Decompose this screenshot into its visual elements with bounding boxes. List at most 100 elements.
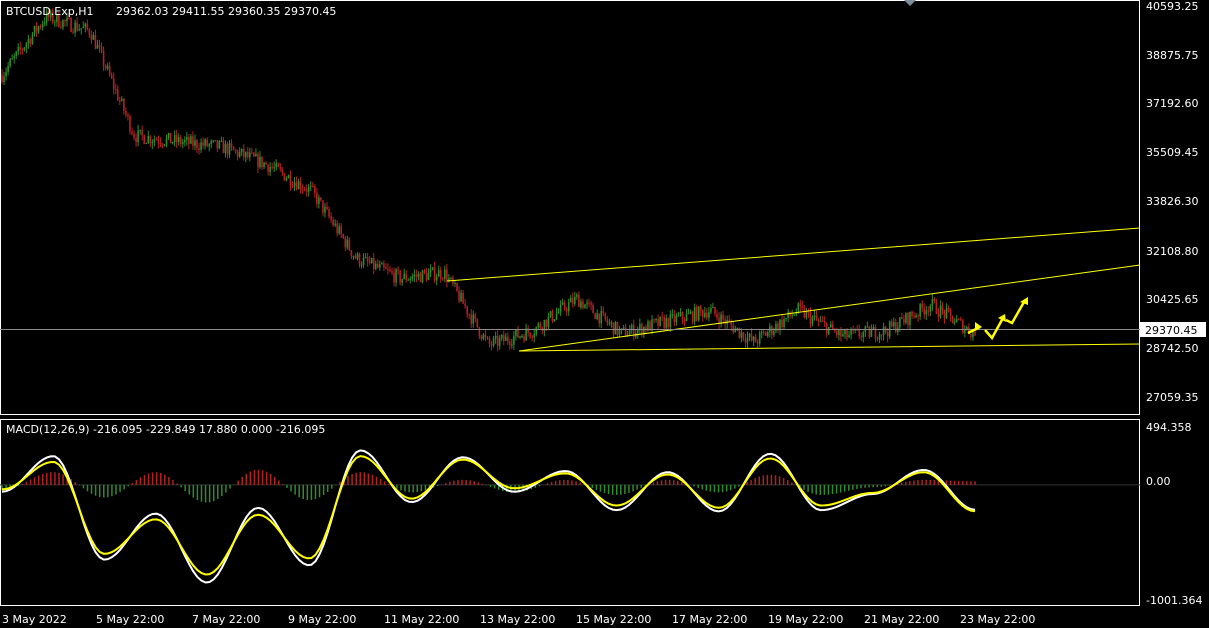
- candle-body: [582, 301, 584, 309]
- candle-body: [92, 34, 95, 40]
- candle-body: [17, 47, 20, 52]
- candle-body: [663, 317, 666, 328]
- candle-body: [876, 338, 879, 340]
- candle-body: [251, 152, 253, 154]
- candle-body: [567, 302, 570, 312]
- candle-body: [677, 315, 680, 317]
- macd-axis[interactable]: 494.358 0.00 -1001.364: [1146, 421, 1202, 607]
- candle-body: [504, 336, 507, 341]
- candle-body: [651, 319, 653, 331]
- candle-body: [525, 328, 527, 341]
- candle-body: [96, 44, 99, 49]
- candle-body: [628, 330, 631, 335]
- candle-body: [309, 185, 312, 187]
- candle-body: [385, 267, 387, 269]
- candle-body: [135, 138, 137, 143]
- candle-body: [23, 47, 26, 50]
- time-tick-label: 3 May 2022: [2, 613, 67, 626]
- candle-body: [574, 296, 576, 304]
- macd-pane[interactable]: MACD(12,26,9) -216.095 -229.849 17.880 0…: [0, 419, 1140, 606]
- candle-body: [151, 141, 154, 144]
- channel-middle-line[interactable]: [518, 264, 1141, 352]
- candle-body: [890, 321, 893, 327]
- macd-tick-label: 494.358: [1146, 421, 1192, 434]
- candle-body: [332, 219, 334, 226]
- channel-upper-line[interactable]: [446, 227, 1141, 282]
- panel-marker-icon[interactable]: [904, 0, 916, 6]
- candle-body: [200, 142, 202, 150]
- candle-body: [496, 335, 499, 346]
- candle-body: [173, 134, 176, 143]
- candle-body: [972, 331, 974, 338]
- candle-body: [112, 78, 115, 89]
- candle-body: [783, 319, 785, 328]
- candle-body: [862, 332, 865, 338]
- price-axis[interactable]: 40593.25 38875.75 37192.60 35509.45 3382…: [1140, 0, 1206, 404]
- candle-body: [425, 272, 428, 280]
- candle-body: [710, 308, 712, 313]
- candle-body: [531, 336, 533, 338]
- candle-body: [90, 34, 93, 40]
- candle-body: [821, 320, 824, 322]
- candle-body: [894, 321, 897, 332]
- candle-body: [29, 39, 32, 44]
- candle-body: [289, 175, 292, 186]
- candle-body: [671, 314, 674, 316]
- candle-body: [592, 304, 594, 314]
- candle-body: [249, 152, 251, 158]
- candle-body: [947, 308, 950, 310]
- candle-body: [809, 312, 812, 324]
- candle-body: [679, 312, 682, 316]
- candle-body: [159, 142, 162, 145]
- candle-body: [100, 46, 103, 51]
- candle-body: [791, 315, 793, 317]
- candle-body: [374, 263, 377, 269]
- candle-body: [488, 338, 491, 345]
- candle-body: [165, 137, 168, 145]
- candle-body: [25, 43, 28, 48]
- candle-body: [133, 133, 135, 139]
- price-tick-label: 40593.25: [1146, 0, 1199, 13]
- candle-body: [482, 334, 485, 339]
- candle-body: [169, 133, 172, 144]
- candle-body: [419, 273, 422, 283]
- candle-body: [334, 223, 336, 226]
- price-pane[interactable]: BTCUSD.Exp,H1 29362.03 29411.55 29360.35…: [0, 0, 1141, 415]
- candle-body: [838, 329, 840, 336]
- time-axis[interactable]: 3 May 2022 5 May 22:00 7 May 22:00 9 May…: [2, 613, 1035, 626]
- candle-body: [283, 173, 286, 181]
- candle-body: [208, 144, 210, 147]
- candle-body: [82, 26, 85, 29]
- candle-body: [171, 142, 174, 144]
- candles-group: [1, 7, 976, 352]
- candle-body: [70, 18, 72, 32]
- candle-body: [456, 282, 458, 292]
- forecast-arrows[interactable]: [967, 297, 1028, 341]
- candle-body: [175, 134, 178, 143]
- candle-body: [513, 336, 515, 345]
- candle-body: [712, 306, 714, 309]
- candle-body: [401, 278, 403, 283]
- candle-body: [21, 49, 24, 51]
- candle-body: [342, 234, 345, 238]
- candle-body: [708, 312, 710, 318]
- candle-body: [301, 189, 304, 191]
- candle-body: [817, 319, 820, 322]
- candle-body: [127, 114, 129, 117]
- symbol-label: BTCUSD.Exp,H1: [6, 5, 94, 18]
- candle-body: [190, 136, 192, 144]
- candle-body: [801, 305, 804, 308]
- candle-body: [870, 329, 873, 337]
- candle-body: [511, 344, 513, 346]
- trading-chart[interactable]: BTCUSD.Exp,H1 29362.03 29411.55 29360.35…: [0, 0, 1209, 628]
- candle-body: [222, 140, 225, 154]
- candle-body: [811, 317, 814, 324]
- candle-body: [427, 272, 430, 280]
- candle-body: [675, 315, 678, 322]
- channel-lower-line[interactable]: [518, 343, 1141, 352]
- candle-body: [336, 223, 338, 234]
- candle-body: [19, 47, 22, 50]
- candle-body: [397, 269, 399, 271]
- candle-body: [614, 321, 617, 335]
- candle-body: [476, 318, 479, 328]
